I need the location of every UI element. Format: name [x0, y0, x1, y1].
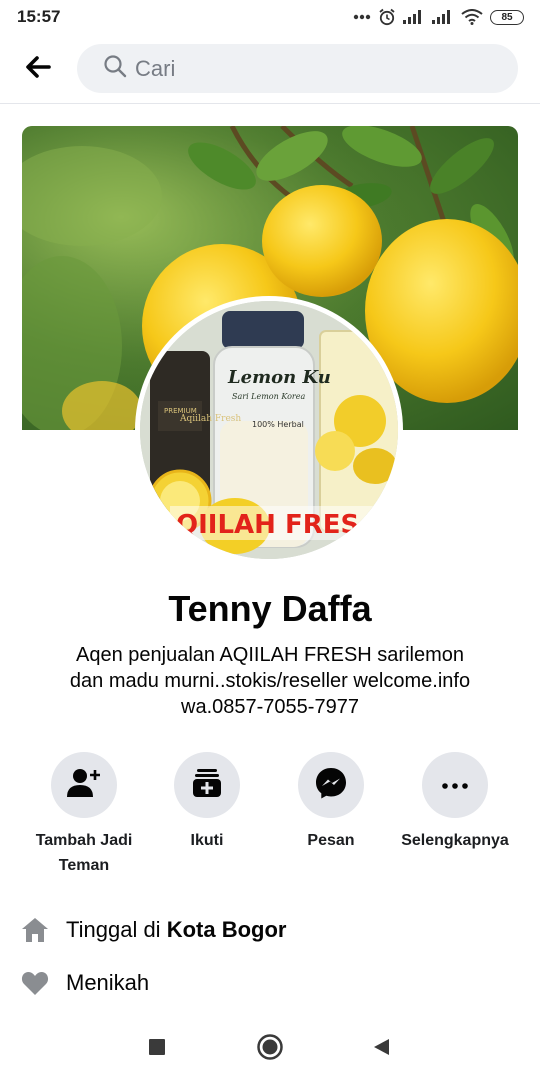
follow-icon: [191, 767, 223, 804]
status-bar: 15:57 85: [0, 0, 540, 34]
info-lives-in: Tinggal di Kota Bogor: [20, 912, 286, 948]
back-arrow-icon: [25, 55, 51, 83]
square-icon: [148, 1038, 166, 1061]
relationship-text: Menikah: [66, 970, 150, 995]
status-time: 15:57: [17, 7, 61, 26]
avatar-herbal-text: 100% Herbal: [252, 420, 304, 429]
home-nav-button[interactable]: [255, 1033, 285, 1066]
bio-line-2: dan madu murni..stokis/reseller welcome.…: [69, 670, 471, 692]
follow-button[interactable]: Ikuti: [142, 752, 272, 853]
back-button[interactable]: [18, 51, 58, 87]
add-friend-circle: [51, 752, 117, 818]
bio-line-3: wa.0857-7055-7977: [181, 696, 359, 718]
home-circle-icon: [256, 1033, 284, 1066]
follow-label: Ikuti: [190, 832, 224, 849]
more-button[interactable]: Selengkapnya: [390, 752, 520, 853]
search-placeholder: Cari: [135, 55, 176, 81]
add-friend-label: Tambah Jadi Teman: [19, 828, 149, 878]
search-input[interactable]: Cari: [77, 44, 518, 93]
wifi-icon: [461, 9, 483, 25]
add-friend-label-line2: Teman: [58, 857, 110, 874]
status-icons: 85: [353, 8, 524, 26]
recent-apps-button[interactable]: [142, 1034, 172, 1064]
avatar-bottle-brand: Aqiilah Fresh: [179, 414, 241, 424]
avatar-product-subtitle: Sari Lemon Korea: [232, 392, 305, 401]
follow-circle: [174, 752, 240, 818]
lives-in-text: Tinggal di Kota Bogor: [66, 917, 286, 943]
message-circle: [298, 752, 364, 818]
avatar-product-title: Lemon Ku: [227, 367, 331, 388]
more-circle: [422, 752, 488, 818]
search-icon: [103, 54, 127, 83]
add-friend-button[interactable]: Tambah Jadi Teman: [19, 752, 149, 878]
profile-avatar[interactable]: Aqiilah Fresh PREMIUM Lemon Ku Sari Lemo…: [135, 296, 403, 564]
avatar-bottle-label: PREMIUM: [164, 407, 197, 415]
profile-bio: Aqen penjualan AQIILAH FRESH sarilemon d…: [30, 642, 510, 720]
avatar-banner-text: QIILAH FRES: [176, 510, 359, 540]
home-icon: [20, 915, 50, 945]
triangle-back-icon: [371, 1037, 391, 1062]
system-nav-bar: [0, 1020, 540, 1080]
more-label: Selengkapnya: [401, 832, 509, 849]
more-icon: [442, 776, 468, 794]
info-relationship: Menikah: [20, 965, 149, 1001]
signal-icon: [403, 10, 425, 24]
add-friend-label-line1: Tambah Jadi: [35, 832, 133, 849]
alarm-icon: [378, 8, 396, 26]
heart-icon: [20, 968, 50, 998]
messenger-icon: [314, 766, 348, 805]
lives-in-prefix: Tinggal di: [66, 917, 167, 942]
profile-name: Tenny Daffa: [168, 588, 372, 629]
message-button[interactable]: Pesan: [266, 752, 396, 853]
bio-line-1: Aqen penjualan AQIILAH FRESH sarilemon: [76, 644, 464, 666]
more-notifications-icon: [353, 14, 371, 20]
header: Cari: [0, 34, 540, 104]
back-nav-button[interactable]: [366, 1034, 396, 1064]
message-label: Pesan: [307, 832, 355, 849]
avatar-image: Aqiilah Fresh PREMIUM Lemon Ku Sari Lemo…: [140, 301, 398, 559]
lives-in-city[interactable]: Kota Bogor: [167, 917, 287, 942]
add-friend-icon: [67, 768, 101, 803]
battery-indicator: 85: [490, 9, 524, 25]
signal-icon-2: [432, 10, 454, 24]
